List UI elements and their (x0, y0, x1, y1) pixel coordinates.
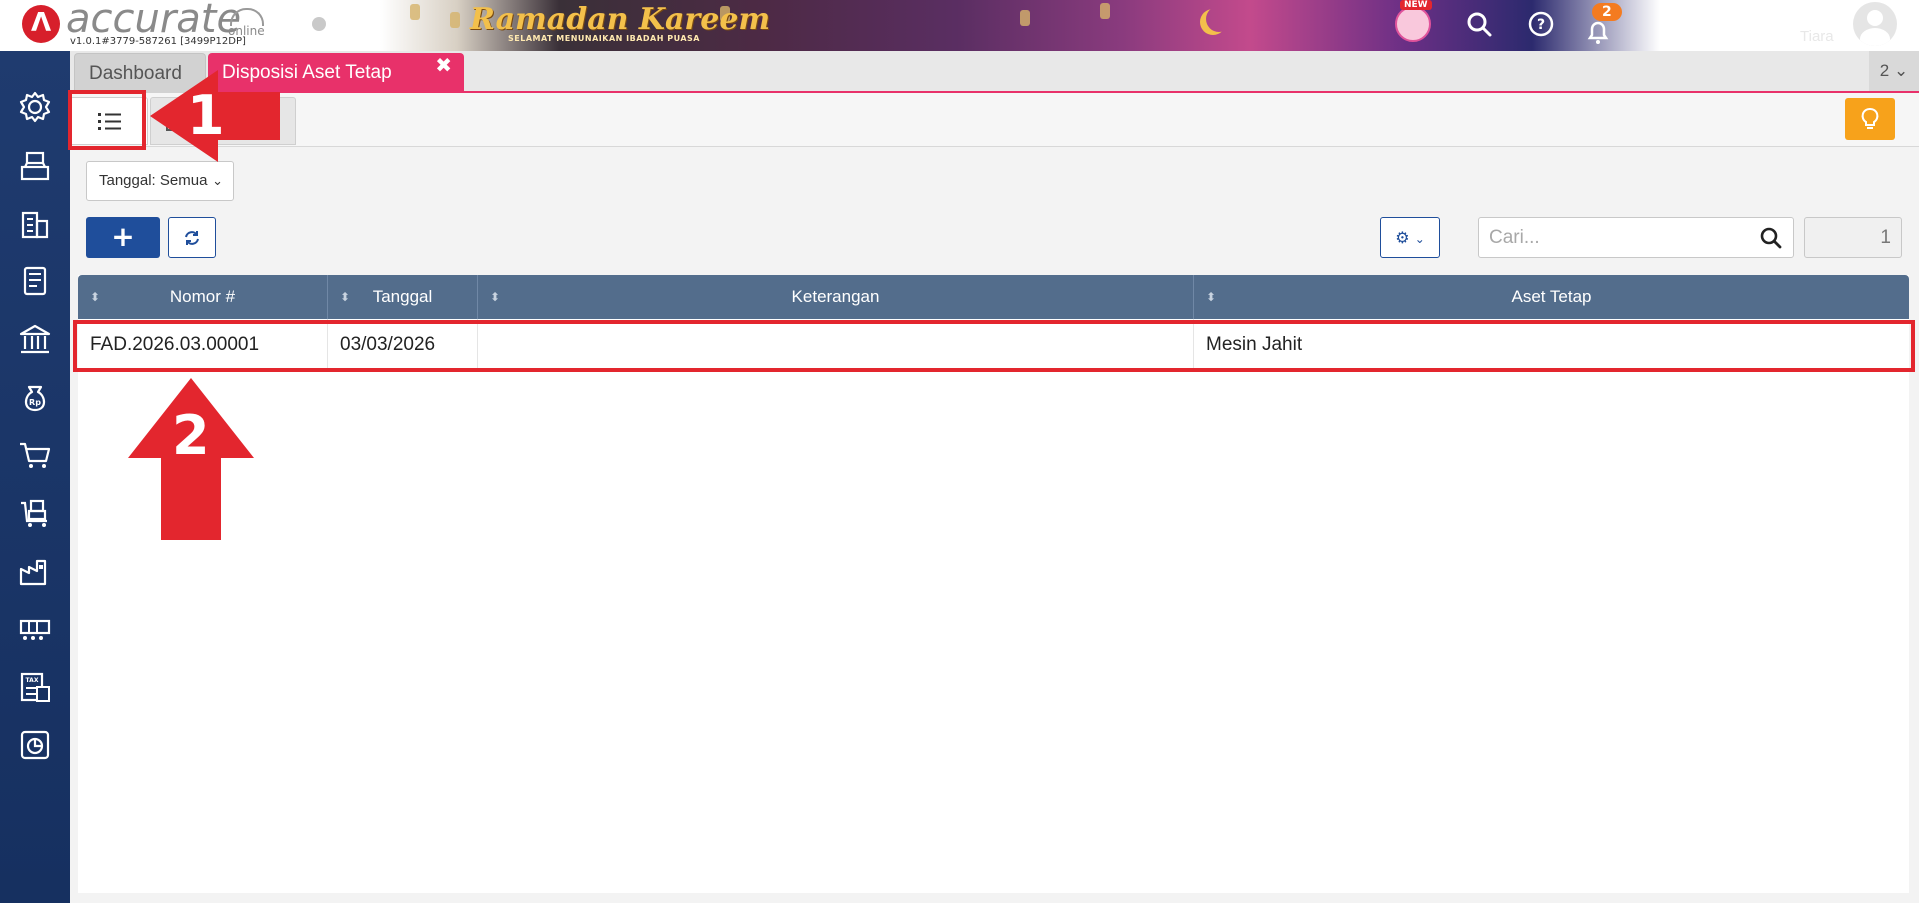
date-filter-dropdown[interactable]: Tanggal: Semua ⌄ (86, 161, 234, 201)
search-input[interactable] (1489, 224, 1749, 252)
tab-bar: Dashboard Disposisi Aset Tetap ✖ 2 ⌄ (70, 51, 1919, 93)
company-name[interactable]: Fifi Fashion (1723, 3, 1832, 27)
column-label: Tanggal (372, 287, 433, 306)
cart-icon[interactable] (17, 437, 53, 473)
status-dot (312, 17, 326, 31)
building-icon[interactable] (17, 205, 53, 241)
refresh-button[interactable] (168, 217, 216, 258)
column-header-tanggal[interactable]: ⬍ Tanggal (328, 275, 478, 319)
annotation-number-2: 2 (172, 404, 210, 467)
sort-icon: ⬍ (340, 290, 351, 304)
lantern-icon (450, 12, 460, 28)
close-icon[interactable]: ✖ (435, 53, 452, 77)
main-content: Tanggal: Semua ⌄ + ⚙ ⌄ 1 ⬍ Nomor # ⬍ Tangg… (70, 147, 1919, 903)
svg-text:TAX: TAX (26, 677, 39, 684)
annotation-highlight-2 (73, 320, 1915, 372)
sort-icon: ⬍ (1206, 290, 1217, 304)
tab-count: 2 (1879, 61, 1890, 80)
search-icon[interactable] (1465, 10, 1493, 38)
purchase-cart-icon[interactable] (17, 495, 53, 531)
tax-icon[interactable]: TAX (17, 669, 53, 705)
settings-icon[interactable] (17, 89, 53, 125)
column-header-keterangan[interactable]: ⬍ Keterangan (478, 275, 1194, 319)
version-label: v1.0.1#3779-587261 [3499P12DP] (70, 36, 246, 47)
table-header: ⬍ Nomor # ⬍ Tanggal ⬍ Keterangan ⬍ Aset Teta… (78, 275, 1909, 319)
notification-badge: 2 (1592, 3, 1622, 21)
chevron-down-icon: ⌄ (212, 173, 223, 188)
annotation-highlight-1 (68, 90, 146, 150)
cash-register-icon[interactable] (17, 147, 53, 183)
accurate-logo[interactable]: Λ accurate online v1.0.1#3779-587261 [34… (18, 0, 288, 50)
column-label: Keterangan (791, 287, 880, 306)
tab-count-dropdown[interactable]: 2 ⌄ (1869, 51, 1919, 91)
app-header: Λ accurate online v1.0.1#3779-587261 [34… (0, 0, 1919, 51)
column-settings-button[interactable]: ⚙ ⌄ (1380, 217, 1440, 258)
sort-icon: ⬍ (490, 290, 501, 304)
money-bag-icon[interactable]: Rp (17, 379, 53, 415)
page-number-field[interactable]: 1 (1804, 217, 1902, 258)
search-box (1478, 217, 1794, 258)
banner-subtitle: SELAMAT MENUNAIKAN IBADAH PUASA (508, 34, 700, 43)
report-chart-icon[interactable] (17, 727, 53, 763)
svg-text:Rp: Rp (29, 398, 41, 407)
crescent-moon-icon (1206, 6, 1232, 32)
view-toolbar (70, 93, 1919, 147)
lantern-icon (1020, 10, 1030, 26)
date-filter-label: Tanggal: Semua (99, 172, 208, 189)
production-icon[interactable] (17, 611, 53, 647)
chevron-down-icon[interactable]: ⌄ (1902, 18, 1914, 34)
column-header-nomor[interactable]: ⬍ Nomor # (78, 275, 328, 319)
chevron-down-icon: ⌄ (1414, 232, 1425, 246)
annotation-number-1: 1 (187, 84, 225, 147)
banner-title: Ramadan Kareem (470, 2, 771, 37)
user-avatar[interactable] (1853, 2, 1897, 46)
add-button[interactable]: + (86, 217, 160, 258)
sort-icon: ⬍ (90, 290, 101, 304)
lantern-icon (1100, 3, 1110, 19)
column-header-aset-tetap[interactable]: ⬍ Aset Tetap (1194, 275, 1909, 319)
lightbulb-icon[interactable] (1845, 98, 1895, 140)
sidebar: Rp TAX (0, 51, 70, 903)
bell-icon[interactable] (1584, 18, 1612, 46)
new-feature-avatar-icon[interactable] (1395, 6, 1431, 42)
column-label: Nomor # (169, 287, 236, 306)
chevron-down-icon: ⌄ (1893, 61, 1909, 80)
new-badge: NEW (1400, 0, 1432, 10)
svg-text:?: ? (1537, 17, 1545, 33)
ledger-icon[interactable] (17, 263, 53, 299)
gear-icon: ⚙ (1395, 228, 1410, 247)
user-name: Tiara (1800, 28, 1834, 45)
lantern-icon (410, 4, 420, 20)
bank-icon[interactable] (17, 321, 53, 357)
column-label: Aset Tetap (1511, 287, 1592, 306)
search-icon[interactable] (1759, 226, 1783, 250)
help-icon[interactable]: ? (1527, 10, 1555, 38)
factory-icon[interactable] (17, 553, 53, 589)
logo-mark-icon: Λ (22, 5, 60, 43)
refresh-icon (185, 231, 199, 245)
